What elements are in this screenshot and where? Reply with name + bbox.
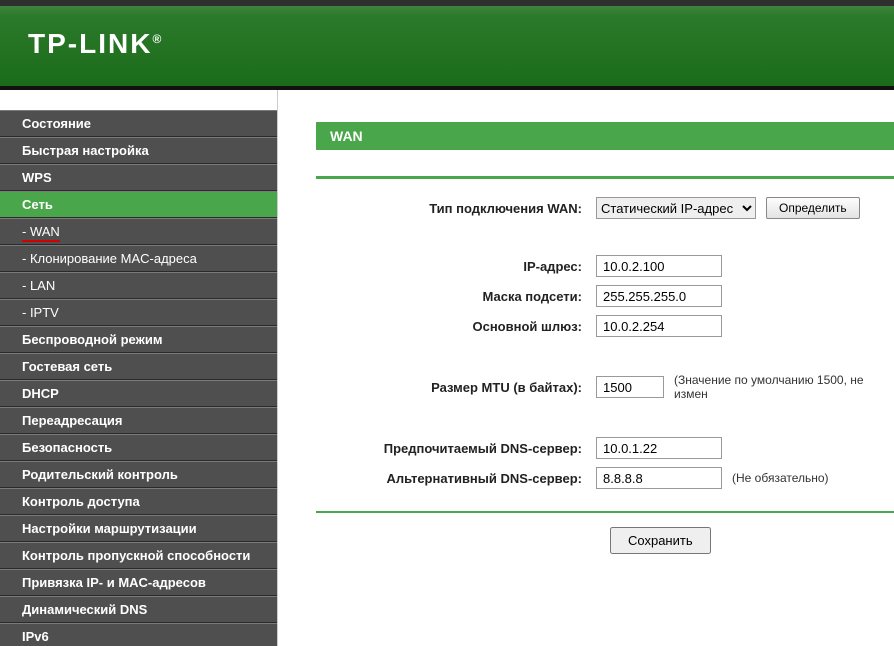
dns2-note: (Не обязательно)	[732, 471, 829, 485]
nav-item-11[interactable]: Переадресация	[0, 407, 277, 434]
nav-item-8[interactable]: Беспроводной режим	[0, 326, 277, 353]
gw-input[interactable]	[596, 315, 722, 337]
nav-item-5[interactable]: - Клонирование MAC-адреса	[0, 245, 277, 272]
nav-item-16[interactable]: Контроль пропускной способности	[0, 542, 277, 569]
label-mask: Маска подсети:	[316, 289, 596, 304]
header: TP-LINK®	[0, 0, 894, 90]
nav-list: СостояниеБыстрая настройкаWPSСеть - WAN - …	[0, 110, 277, 646]
nav-item-label-4: - WAN	[22, 224, 60, 242]
content-area: WAN Тип подключения WAN: Статический IP-…	[278, 90, 894, 646]
nav-item-13[interactable]: Родительский контроль	[0, 461, 277, 488]
sidebar: СостояниеБыстрая настройкаWPSСеть - WAN - …	[0, 90, 278, 646]
row-mask: Маска подсети:	[316, 285, 894, 307]
nav-item-0[interactable]: Состояние	[0, 110, 277, 137]
nav-item-9[interactable]: Гостевая сеть	[0, 353, 277, 380]
nav-item-14[interactable]: Контроль доступа	[0, 488, 277, 515]
dns2-input[interactable]	[596, 467, 722, 489]
row-ip: IP-адрес:	[316, 255, 894, 277]
page-title: WAN	[316, 122, 894, 150]
nav-item-3[interactable]: Сеть	[0, 191, 277, 218]
dns1-input[interactable]	[596, 437, 722, 459]
nav-item-18[interactable]: Динамический DNS	[0, 596, 277, 623]
label-ip: IP-адрес:	[316, 259, 596, 274]
label-mtu: Размер MTU (в байтах):	[316, 380, 596, 395]
nav-item-4[interactable]: - WAN	[0, 218, 277, 245]
nav-item-10[interactable]: DHCP	[0, 380, 277, 407]
save-button[interactable]: Сохранить	[610, 527, 711, 554]
detect-button[interactable]: Определить	[766, 197, 860, 219]
row-dns1: Предпочитаемый DNS-сервер:	[316, 437, 894, 459]
label-wan-type: Тип подключения WAN:	[316, 201, 596, 216]
label-gw: Основной шлюз:	[316, 319, 596, 334]
label-dns2: Альтернативный DNS-сервер:	[316, 471, 596, 486]
mask-input[interactable]	[596, 285, 722, 307]
nav-item-19[interactable]: IPv6	[0, 623, 277, 646]
row-gw: Основной шлюз:	[316, 315, 894, 337]
mtu-input[interactable]	[596, 376, 664, 398]
nav-item-6[interactable]: - LAN	[0, 272, 277, 299]
mtu-note: (Значение по умолчанию 1500, не измен	[674, 373, 894, 401]
nav-item-15[interactable]: Настройки маршрутизации	[0, 515, 277, 542]
nav-item-17[interactable]: Привязка IP- и MAC-адресов	[0, 569, 277, 596]
row-mtu: Размер MTU (в байтах): (Значение по умол…	[316, 373, 894, 401]
wan-type-select[interactable]: Статический IP-адрес	[596, 197, 756, 219]
nav-item-1[interactable]: Быстрая настройка	[0, 137, 277, 164]
nav-item-12[interactable]: Безопасность	[0, 434, 277, 461]
nav-item-7[interactable]: - IPTV	[0, 299, 277, 326]
row-wan-type: Тип подключения WAN: Статический IP-адре…	[316, 197, 894, 219]
ip-input[interactable]	[596, 255, 722, 277]
row-dns2: Альтернативный DNS-сервер: (Не обязатель…	[316, 467, 894, 489]
brand-logo: TP-LINK®	[0, 6, 894, 60]
label-dns1: Предпочитаемый DNS-сервер:	[316, 441, 596, 456]
nav-item-2[interactable]: WPS	[0, 164, 277, 191]
